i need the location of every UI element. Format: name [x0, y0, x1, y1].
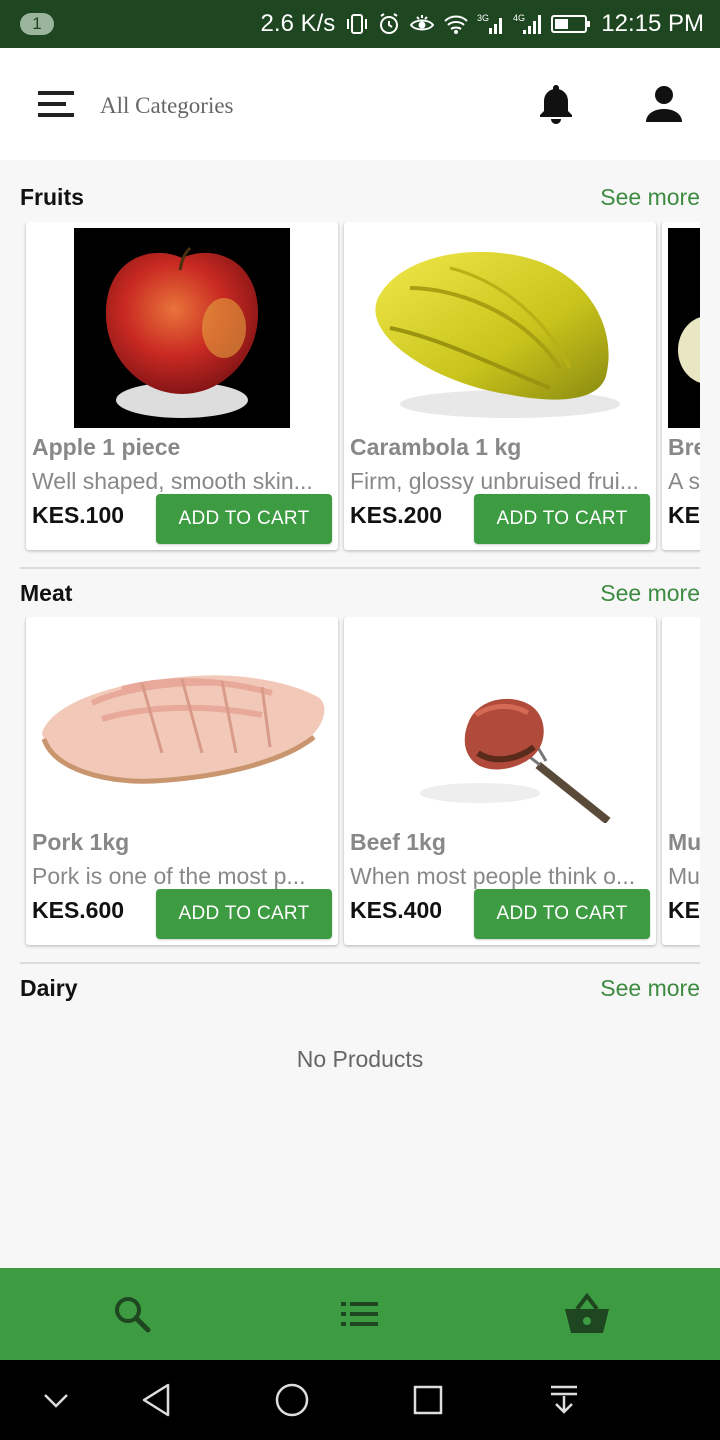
notification-count-badge: 1: [20, 13, 54, 35]
bottom-nav: [0, 1268, 720, 1360]
add-to-cart-button[interactable]: ADD TO CART: [474, 494, 650, 544]
recents-icon[interactable]: [406, 1378, 450, 1422]
product-description: Pork is one of the most p...: [32, 863, 306, 889]
back-icon[interactable]: [134, 1378, 178, 1422]
product-card[interactable]: Bre A s KE: [662, 222, 700, 550]
search-icon[interactable]: [106, 1288, 158, 1340]
hamburger-menu-icon[interactable]: [38, 91, 74, 117]
signal-3g-icon: 3G: [477, 12, 505, 36]
status-right: 2.6 K/s 3G 4G 12:15 PM: [261, 10, 704, 38]
product-card[interactable]: Mu Mu KE: [662, 617, 700, 945]
add-to-cart-button[interactable]: ADD TO CART: [474, 889, 650, 939]
status-bar: 1 2.6 K/s 3G 4G 12:15 PM: [0, 0, 720, 48]
chevron-down-icon[interactable]: [34, 1378, 78, 1422]
see-more-link[interactable]: See more: [600, 184, 700, 211]
status-icons: 3G 4G: [345, 12, 591, 36]
product-card[interactable]: Pork 1kg Pork is one of the most p... KE…: [26, 617, 338, 945]
product-description: Well shaped, smooth skin...: [32, 468, 313, 494]
signal-4g-icon: 4G: [513, 12, 543, 36]
product-image-bread-partial: [668, 228, 700, 428]
eye-icon: [409, 13, 435, 35]
basket-icon[interactable]: [561, 1288, 613, 1340]
section-header-dairy: Dairy See more: [20, 963, 700, 1013]
product-price: KE: [668, 502, 700, 528]
notification-pull-icon[interactable]: [542, 1378, 586, 1422]
home-icon[interactable]: [270, 1378, 314, 1422]
product-name: Beef 1kg: [350, 829, 446, 855]
wifi-icon: [443, 13, 469, 35]
vibrate-icon: [345, 13, 369, 35]
app-header: All Categories: [0, 48, 720, 160]
product-description: Firm, glossy unbruised frui...: [350, 468, 639, 494]
product-price: KES.600: [32, 897, 125, 923]
network-speed: 2.6 K/s: [260, 10, 336, 37]
list-icon[interactable]: [334, 1288, 386, 1340]
empty-state-text: No Products: [296, 1046, 424, 1072]
section-header-meat: Meat See more: [20, 568, 700, 618]
product-image-beef: [350, 623, 650, 823]
add-to-cart-button[interactable]: ADD TO CART: [156, 889, 332, 939]
product-price: KE: [668, 897, 700, 923]
section-header-fruits: Fruits See more: [20, 172, 700, 222]
product-price: KES.200: [350, 502, 443, 528]
battery-icon: [551, 14, 591, 34]
system-nav-bar: [0, 1360, 720, 1440]
product-image-apple: [32, 228, 332, 428]
product-image-carambola: [350, 228, 650, 428]
page-title: All Categories: [100, 93, 234, 118]
product-card[interactable]: Carambola 1 kg Firm, glossy unbruised fr…: [344, 222, 656, 550]
add-to-cart-button[interactable]: ADD TO CART: [156, 494, 332, 544]
svg-text:3G: 3G: [477, 13, 489, 23]
product-name: Mu: [668, 829, 700, 855]
product-image-mutton-partial: [668, 623, 700, 823]
section-title: Fruits: [20, 183, 84, 210]
product-image-pork: [32, 623, 332, 823]
svg-text:4G: 4G: [513, 13, 525, 23]
bell-icon[interactable]: [536, 82, 576, 126]
user-icon[interactable]: [644, 84, 684, 124]
product-description: When most people think o...: [350, 863, 636, 889]
alarm-icon: [377, 12, 401, 36]
product-card[interactable]: Apple 1 piece Well shaped, smooth skin..…: [26, 222, 338, 550]
see-more-link[interactable]: See more: [600, 580, 700, 607]
product-description: Mu: [668, 863, 700, 889]
product-price: KES.400: [350, 897, 443, 923]
see-more-link[interactable]: See more: [600, 975, 700, 1002]
product-price: KES.100: [32, 502, 125, 528]
product-name: Pork 1kg: [32, 829, 130, 855]
product-name: Apple 1 piece: [32, 434, 181, 460]
product-carousel-meat[interactable]: Pork 1kg Pork is one of the most p... KE…: [20, 617, 700, 957]
product-name: Carambola 1 kg: [350, 434, 522, 460]
clock: 12:15 PM: [601, 10, 704, 37]
product-card[interactable]: Beef 1kg When most people think o... KES…: [344, 617, 656, 945]
product-description: A s: [668, 468, 700, 494]
product-name: Bre: [668, 434, 700, 460]
section-title: Dairy: [20, 974, 78, 1001]
product-carousel-fruits[interactable]: Apple 1 piece Well shaped, smooth skin..…: [20, 222, 700, 562]
section-title: Meat: [20, 579, 73, 606]
